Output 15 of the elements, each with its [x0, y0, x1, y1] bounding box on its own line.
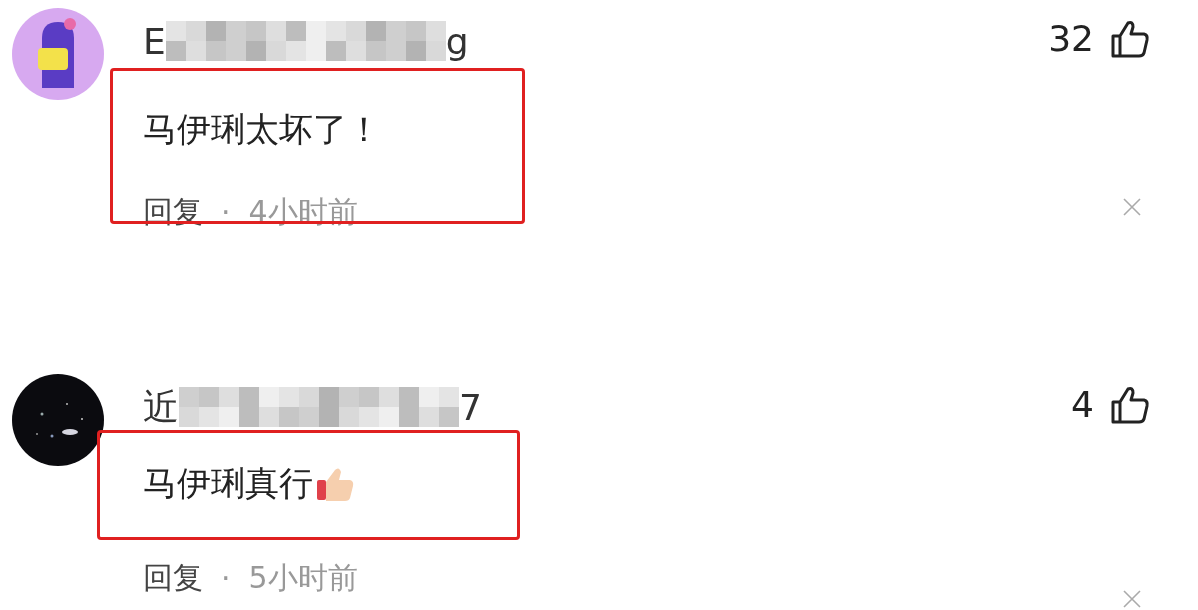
user-name[interactable]: 近	[143, 382, 179, 432]
thumbs-up-icon[interactable]	[1110, 18, 1150, 59]
separator: ·	[221, 195, 231, 230]
reply-link[interactable]: 回复	[143, 558, 203, 599]
timestamp: 5小时前	[248, 559, 358, 597]
comment-text: 马伊琍太坏了！	[143, 108, 381, 151]
like-count: 32	[1048, 18, 1094, 59]
separator: ·	[221, 561, 231, 596]
user-name[interactable]: g	[445, 20, 469, 62]
user-name[interactable]: E	[143, 20, 166, 62]
avatar[interactable]	[12, 8, 104, 100]
thumbs-up-icon[interactable]	[1110, 384, 1150, 425]
user-name[interactable]: 7	[459, 386, 482, 428]
like-count: 4	[1071, 384, 1094, 425]
comment-text: 马伊琍真行	[143, 462, 313, 505]
